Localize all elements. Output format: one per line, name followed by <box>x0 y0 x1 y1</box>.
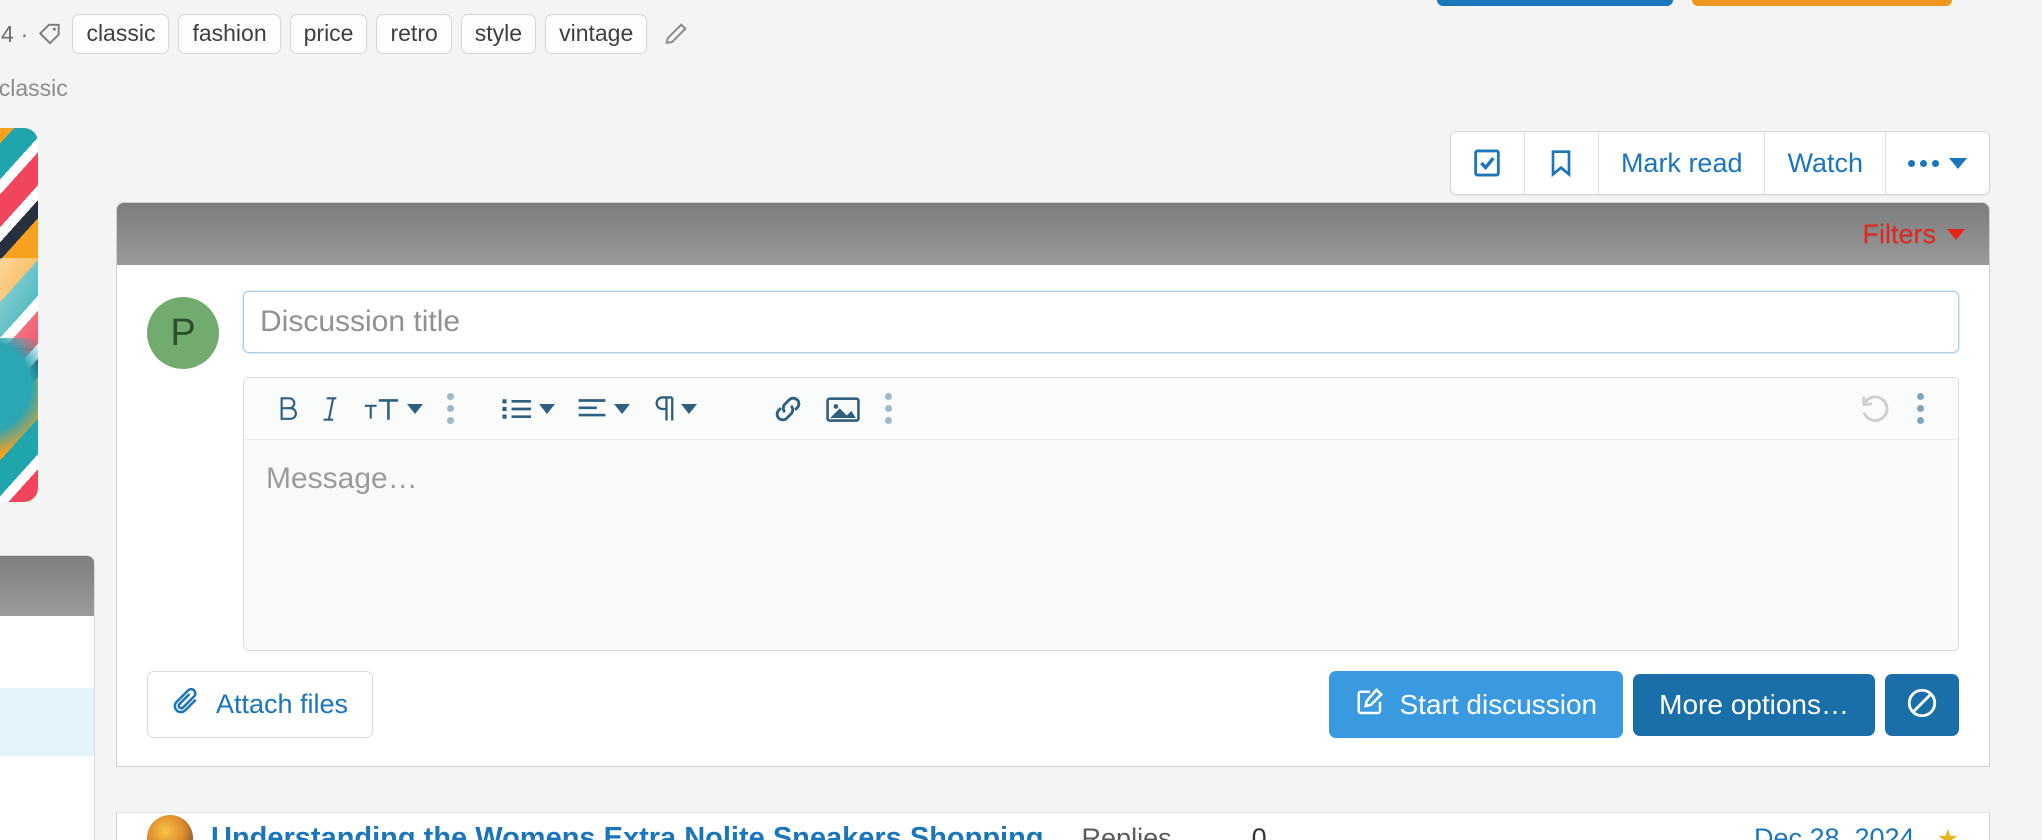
message-input[interactable]: Message… <box>244 440 1958 650</box>
mark-read-button[interactable]: Mark read <box>1598 132 1766 194</box>
chevron-down-icon <box>1949 157 1967 169</box>
image-icon <box>825 394 861 424</box>
thread-action-toolbar: Mark read Watch <box>1449 131 1990 195</box>
bookmark-icon <box>1545 146 1577 180</box>
composer-header-bar: Filters <box>117 203 1989 265</box>
filters-dropdown[interactable]: Filters <box>1862 218 1965 250</box>
chevron-down-icon <box>539 403 555 414</box>
tag-pill[interactable]: fashion <box>178 14 281 54</box>
chevron-down-icon <box>614 403 630 414</box>
pencil-icon[interactable] <box>662 20 690 48</box>
compose-icon <box>1355 686 1385 723</box>
align-left-icon <box>575 394 609 424</box>
discussion-title-link[interactable]: Understanding the Womens Extra Nolite Sn… <box>211 822 1044 840</box>
tag-pill[interactable]: style <box>460 14 537 54</box>
chevron-down-icon <box>681 403 697 414</box>
top-secondary-button[interactable] <box>1692 0 1952 6</box>
composer-fields: Message… <box>243 291 1959 651</box>
undo-button[interactable] <box>1847 392 1903 426</box>
star-icon[interactable]: ★ <box>1937 824 1959 840</box>
tag-pill[interactable]: vintage <box>545 14 648 54</box>
align-button[interactable] <box>565 394 640 424</box>
tag-icon <box>37 21 63 47</box>
more-options-button[interactable]: More options… <box>1633 673 1875 736</box>
more-actions-button[interactable] <box>1886 132 1989 194</box>
discussion-composer-panel: Filters P Discussion title Message… Atta… <box>116 202 1990 767</box>
insert-image-button[interactable] <box>815 394 871 424</box>
select-all-button[interactable] <box>1450 132 1525 194</box>
tag-row: 24 · classic fashion price retro style v… <box>0 14 690 54</box>
secondary-panel-row-highlighted[interactable] <box>0 688 94 756</box>
chevron-down-icon <box>1947 228 1965 240</box>
footer-actions: Start discussion More options… <box>1329 671 1959 738</box>
top-primary-button[interactable] <box>1437 0 1673 6</box>
secondary-panel-row[interactable] <box>0 756 94 828</box>
secondary-panel-header <box>0 556 94 616</box>
text-size-button[interactable] <box>352 394 433 424</box>
discussion-title-input[interactable] <box>243 291 1959 353</box>
composer-footer: Attach files Start discussion More optio… <box>117 651 1989 766</box>
promo-banner-image <box>0 128 38 502</box>
ban-icon <box>1905 686 1939 723</box>
discussion-date[interactable]: Dec 28, 2024 <box>1754 823 1915 840</box>
attach-files-label: Attach files <box>216 689 349 719</box>
subtitle-text: , classic <box>0 75 68 101</box>
attach-files-button[interactable]: Attach files <box>147 671 374 738</box>
secondary-list-panel <box>0 555 95 840</box>
paperclip-icon <box>172 686 202 723</box>
ellipsis-icon <box>1908 159 1939 167</box>
filters-label: Filters <box>1862 218 1937 249</box>
link-icon <box>771 393 805 425</box>
bullet-list-button[interactable] <box>490 394 565 424</box>
screen-root: 24 · classic fashion price retro style v… <box>0 0 2042 840</box>
paragraph-button[interactable] <box>640 394 707 424</box>
undo-icon <box>1857 392 1893 426</box>
composer-body: P Discussion title Message… <box>117 265 1989 651</box>
checkbox-checked-icon <box>1470 146 1504 180</box>
avatar: P <box>147 297 219 369</box>
tag-pill[interactable]: classic <box>72 14 170 54</box>
tag-row-pretext: 24 · <box>0 20 29 47</box>
text-size-icon <box>362 394 402 424</box>
discussion-replies-count: 0 <box>1251 823 1267 840</box>
kebab-menu-icon[interactable] <box>1903 393 1938 424</box>
start-discussion-label: Start discussion <box>1399 688 1598 720</box>
editor-toolbar <box>244 378 1958 440</box>
bookmark-button[interactable] <box>1524 132 1599 194</box>
secondary-panel-row[interactable] <box>0 616 94 688</box>
message-editor: Message… <box>243 377 1959 651</box>
tag-pill[interactable]: retro <box>376 14 452 54</box>
bold-button[interactable] <box>264 394 310 424</box>
start-discussion-button[interactable]: Start discussion <box>1329 671 1624 738</box>
paragraph-icon <box>650 394 676 424</box>
tag-pill[interactable]: price <box>289 14 368 54</box>
bullet-list-icon <box>500 394 534 424</box>
cancel-button[interactable] <box>1885 673 1959 736</box>
kebab-menu-icon[interactable] <box>433 393 468 424</box>
discussion-list-row[interactable]: Understanding the Womens Extra Nolite Sn… <box>116 812 1990 840</box>
watch-button[interactable]: Watch <box>1765 132 1886 194</box>
kebab-menu-icon[interactable] <box>871 393 906 424</box>
chevron-down-icon <box>407 403 423 414</box>
italic-button[interactable] <box>310 394 352 424</box>
avatar <box>147 814 193 840</box>
discussion-replies-label: Replies <box>1081 823 1172 840</box>
insert-link-button[interactable] <box>761 393 815 425</box>
